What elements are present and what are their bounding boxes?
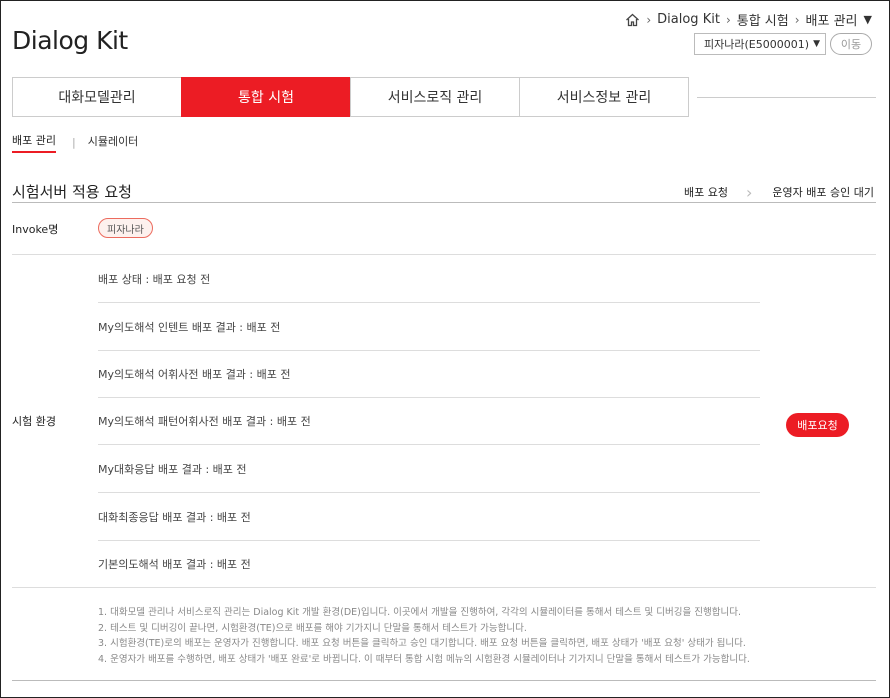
status-divider	[98, 397, 760, 398]
section-title: 시험서버 적용 요청	[12, 183, 132, 201]
note-item: 4. 운영자가 배포를 수행하면, 배포 상태가 '배포 완료'로 바뀝니다. …	[98, 653, 750, 665]
note-item: 2. 테스트 및 디버깅이 끝나면, 시험환경(TE)으로 배포를 해야 기가지…	[98, 622, 527, 634]
deploy-steps: 배포 요청 › 운영자 배포 승인 대기	[684, 184, 874, 200]
breadcrumb-separator-icon: ›	[725, 12, 731, 27]
breadcrumb-item-integration-test[interactable]: 통합 시험	[737, 10, 789, 29]
status-divider	[98, 540, 760, 541]
status-row-response: My대화응답 배포 결과 : 배포 전	[98, 463, 247, 476]
status-row-basic-intent: 기본의도해석 배포 결과 : 배포 전	[98, 558, 251, 571]
tab-service-logic[interactable]: 서비스로직 관리	[350, 77, 520, 117]
section-bottom-divider	[12, 587, 876, 588]
status-divider	[98, 492, 760, 493]
tab-service-info[interactable]: 서비스정보 관리	[519, 77, 689, 117]
env-label: 시험 환경	[12, 415, 56, 428]
breadcrumb-separator-icon: ›	[794, 12, 800, 27]
step-operator-approval: 운영자 배포 승인 대기	[772, 186, 874, 199]
note-item: 1. 대화모델 관리나 서비스로직 관리는 Dialog Kit 개발 환경(D…	[98, 607, 741, 618]
status-row-intent: My의도해석 인텐트 배포 결과 : 배포 전	[98, 321, 281, 334]
status-divider	[98, 350, 760, 351]
status-row-vocabulary: My의도해석 어휘사전 배포 결과 : 배포 전	[98, 368, 291, 381]
section-divider	[12, 202, 876, 203]
status-divider	[98, 444, 760, 445]
breadcrumb-item-deploy-management[interactable]: 배포 관리	[806, 10, 858, 29]
row-divider	[12, 254, 876, 255]
invoke-label: Invoke명	[12, 223, 59, 236]
status-row-final-response: 대화최종응답 배포 결과 : 배포 전	[98, 511, 251, 524]
home-icon[interactable]	[625, 13, 640, 27]
breadcrumb-separator-icon: ›	[646, 12, 652, 27]
tab-dialog-model[interactable]: 대화모델관리	[12, 77, 182, 117]
project-select[interactable]: 피자나라(E5000001) ▼	[694, 33, 826, 55]
breadcrumb: › Dialog Kit › 통합 시험 › 배포 관리 ▼	[625, 10, 872, 29]
move-button[interactable]: 이동	[830, 33, 872, 55]
sub-navigation: 배포 관리 | 시뮬레이터	[12, 132, 138, 153]
tabs-divider	[697, 97, 876, 98]
tab-integration-test[interactable]: 통합 시험	[181, 77, 351, 117]
note-item: 3. 시험환경(TE)로의 배포는 운영자가 진행합니다. 배포 요청 버튼을 …	[98, 638, 746, 649]
chevron-down-icon: ▼	[813, 39, 820, 49]
step-deploy-request: 배포 요청	[684, 186, 729, 199]
deploy-request-button[interactable]: 배포요청	[786, 413, 849, 437]
breadcrumb-item-dialog-kit[interactable]: Dialog Kit	[657, 12, 720, 27]
subnav-divider: |	[71, 136, 76, 149]
subnav-deploy-management[interactable]: 배포 관리	[12, 132, 56, 153]
footer-divider	[12, 680, 876, 681]
project-tools: 피자나라(E5000001) ▼ 이동	[694, 33, 872, 55]
app-title: Dialog Kit	[12, 26, 128, 55]
main-tabs: 대화모델관리 통합 시험 서비스로직 관리 서비스정보 관리	[12, 77, 689, 117]
status-row-pattern-vocabulary: My의도해석 패턴어휘사전 배포 결과 : 배포 전	[98, 415, 311, 428]
invoke-tag: 피자나라	[98, 218, 153, 238]
status-row-deploy-state: 배포 상태 : 배포 요청 전	[98, 273, 211, 286]
status-divider	[98, 302, 760, 303]
project-select-value: 피자나라(E5000001)	[704, 38, 810, 51]
chevron-right-icon: ›	[746, 182, 753, 202]
subnav-simulator[interactable]: 시뮬레이터	[88, 133, 139, 152]
breadcrumb-dropdown-icon[interactable]: ▼	[864, 13, 872, 26]
help-notes: 1. 대화모델 관리나 서비스로직 관리는 Dialog Kit 개발 환경(D…	[98, 605, 750, 667]
